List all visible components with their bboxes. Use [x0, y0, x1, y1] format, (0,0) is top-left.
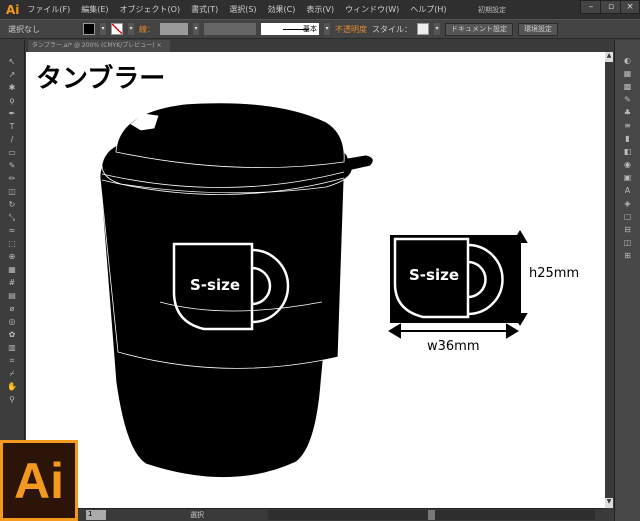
menu-object[interactable]: オブジェクト(O) [120, 4, 181, 15]
mug-size-label: S-size [409, 266, 460, 284]
stroke-dropdown[interactable]: ▾ [128, 23, 134, 35]
fill-swatch[interactable] [83, 23, 95, 35]
warp-tool-icon[interactable]: ≈ [6, 225, 18, 237]
transparency-icon[interactable]: ◧ [622, 147, 634, 157]
document-setup-button[interactable]: ドキュメント設定 [445, 22, 513, 36]
status-bar: 1 選択 [78, 508, 605, 521]
rectangle-tool-icon[interactable]: ▭ [6, 147, 18, 159]
menu-select[interactable]: 選択(S) [229, 4, 256, 15]
fill-dropdown[interactable]: ▾ [100, 23, 106, 35]
control-bar: 選択なし ▾ ▾ 線： ▾ 基本 ▾ 不透明度 スタイル： ▾ ドキュメント設定 … [0, 19, 640, 39]
magic-wand-icon[interactable]: ✱ [6, 82, 18, 94]
zoom-tool-icon[interactable]: ⚲ [6, 394, 18, 406]
menu-edit[interactable]: 編集(E) [81, 4, 108, 15]
swatches-icon[interactable]: ▩ [622, 82, 634, 92]
variable-width-field[interactable] [204, 23, 256, 35]
pen-tool-icon[interactable]: ✒ [6, 108, 18, 120]
height-dimension-label: h25mm [529, 266, 580, 281]
perspective-grid-icon[interactable]: ▦ [6, 264, 18, 276]
app-logo: Ai [6, 2, 20, 17]
line-tool-icon[interactable]: / [6, 134, 18, 146]
free-transform-icon[interactable]: ⬚ [6, 238, 18, 250]
artboards-icon[interactable]: ▢ [622, 212, 634, 222]
type-tool-icon[interactable]: T [6, 121, 18, 133]
symbol-sprayer-icon[interactable]: ✿ [6, 329, 18, 341]
lasso-icon[interactable]: ϙ [6, 95, 18, 107]
eyedropper-icon[interactable]: ⌀ [6, 303, 18, 315]
document-tab[interactable]: タンブラー.ai* @ 200% (CMYK/プレビュー) × [28, 40, 170, 52]
tumbler-illustration[interactable] [26, 52, 605, 508]
status-mode[interactable]: 選択 [190, 510, 204, 520]
stroke-swatch[interactable] [111, 23, 123, 35]
artboard-number-field[interactable]: 1 [86, 510, 106, 520]
appearance-icon[interactable]: ◉ [622, 160, 634, 170]
color-guide-icon[interactable]: ▦ [622, 69, 634, 79]
stroke-weight-label[interactable]: 線： [139, 24, 155, 35]
style-label: スタイル： [372, 24, 412, 34]
style-swatch[interactable] [417, 23, 429, 35]
cup-size-label: S-size [190, 276, 241, 294]
selection-status: 選択なし [8, 24, 40, 34]
brush-style-select[interactable]: 基本 [261, 23, 319, 35]
pathfinder-icon[interactable]: ◫ [622, 238, 634, 248]
menu-window[interactable]: ウィンドウ(W) [345, 4, 399, 15]
minimize-button[interactable]: – [580, 0, 602, 14]
lid-top [115, 102, 345, 169]
mesh-tool-icon[interactable]: # [6, 277, 18, 289]
horizontal-scroll-thumb[interactable] [428, 510, 435, 520]
transform-icon[interactable]: ⊞ [622, 251, 634, 261]
opacity-label[interactable]: 不透明度 [335, 24, 367, 35]
slice-tool-icon[interactable]: ⌿ [6, 368, 18, 380]
layers-icon[interactable]: ◈ [622, 199, 634, 209]
menu-bar: Ai ファイル(F) 編集(E) オブジェクト(O) 書式(T) 選択(S) 効… [0, 0, 640, 19]
graphic-styles-icon[interactable]: ▣ [622, 173, 634, 183]
stroke-weight-dropdown[interactable]: ▾ [193, 23, 199, 35]
brush-dropdown[interactable]: ▾ [324, 23, 330, 35]
artboard-tool-icon[interactable]: ⌗ [6, 355, 18, 367]
brush-tool-icon[interactable]: ✎ [6, 160, 18, 172]
selection-tool-icon[interactable]: ↖ [6, 56, 18, 68]
maximize-button[interactable]: ▫ [600, 0, 622, 14]
width-dimension-label: w36mm [427, 339, 480, 354]
close-window-button[interactable]: × [620, 0, 640, 14]
eraser-tool-icon[interactable]: ◫ [6, 186, 18, 198]
scroll-down-button[interactable]: ▼ [605, 498, 613, 508]
character-icon[interactable]: A [622, 186, 634, 196]
menu-effect[interactable]: 効果(C) [268, 4, 296, 15]
menu-type[interactable]: 書式(T) [191, 4, 218, 15]
artboard-canvas[interactable]: タンブラー S-size S-size h25mm w36mm [26, 52, 605, 508]
vertical-scrollbar[interactable]: ▲ ▼ [605, 52, 613, 508]
right-panel-dock: ◐ ▦ ▩ ✎ ♣ ≡ ▮ ◧ ◉ ▣ A ◈ ▢ ⊟ ◫ ⊞ [614, 40, 640, 521]
direct-selection-tool-icon[interactable]: ↗ [6, 69, 18, 81]
color-panel-icon[interactable]: ◐ [622, 56, 634, 66]
brushes-icon[interactable]: ✎ [622, 95, 634, 105]
pencil-tool-icon[interactable]: ✏ [6, 173, 18, 185]
menu-file[interactable]: ファイル(F) [27, 4, 70, 15]
tools-panel: ↖ ↗ ✱ ϙ ✒ T / ▭ ✎ ✏ ◫ ↻ ⤡ ≈ ⬚ ⊕ ▦ # ▤ ⌀ … [0, 40, 25, 480]
stroke-weight-field[interactable] [160, 23, 188, 35]
stroke-panel-icon[interactable]: ≡ [622, 121, 634, 131]
tab-close-button[interactable]: × [157, 42, 162, 49]
workspace-switcher[interactable]: 初期設定 [478, 5, 506, 15]
preferences-button[interactable]: 環境設定 [518, 22, 558, 36]
symbols-icon[interactable]: ♣ [622, 108, 634, 118]
graph-tool-icon[interactable]: ▥ [6, 342, 18, 354]
scroll-up-button[interactable]: ▲ [605, 52, 613, 62]
gradient-panel-icon[interactable]: ▮ [622, 134, 634, 144]
mug-icon-standalone [390, 232, 528, 339]
gradient-tool-icon[interactable]: ▤ [6, 290, 18, 302]
align-icon[interactable]: ⊟ [622, 225, 634, 235]
style-dropdown[interactable]: ▾ [434, 23, 440, 35]
menu-view[interactable]: 表示(V) [306, 4, 334, 15]
illustrator-logo: Ai [0, 440, 78, 521]
scale-tool-icon[interactable]: ⤡ [6, 212, 18, 224]
rotate-tool-icon[interactable]: ↻ [6, 199, 18, 211]
hand-tool-icon[interactable]: ✋ [6, 381, 18, 393]
tab-title: タンブラー.ai* @ 200% (CMYK/プレビュー) [32, 42, 155, 49]
document-tab-bar: タンブラー.ai* @ 200% (CMYK/プレビュー) × [26, 40, 606, 52]
menu-help[interactable]: ヘルプ(H) [410, 4, 446, 15]
blend-tool-icon[interactable]: ◎ [6, 316, 18, 328]
shape-builder-icon[interactable]: ⊕ [6, 251, 18, 263]
horizontal-scrollbar[interactable] [268, 510, 595, 520]
